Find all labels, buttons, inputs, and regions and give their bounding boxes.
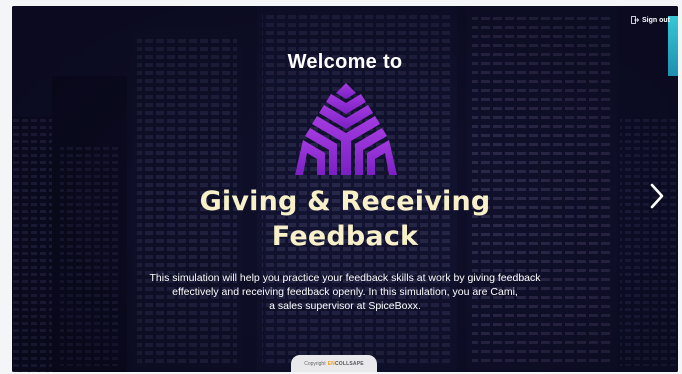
title-line-2: Feedback <box>271 221 419 252</box>
description-line-3: a sales supervisor at SpiceBoxx. <box>269 300 421 312</box>
triangle-logo-icon <box>295 83 397 175</box>
next-button[interactable] <box>648 182 666 210</box>
sign-out-icon <box>631 16 639 24</box>
simulation-description: This simulation will help you practice y… <box>112 271 578 313</box>
copyright-label: Copyright <box>304 360 326 367</box>
sign-out-label: Sign out <box>642 16 670 24</box>
copyright-badge: Copyright ENCOLLSAPE <box>291 355 377 372</box>
title-line-1: Giving & Receiving <box>199 186 491 217</box>
description-line-1: This simulation will help you practice y… <box>149 272 541 284</box>
description-line-2: effectively and receiving feedback openl… <box>172 286 518 298</box>
brand-logo-text: ENCOLLSAPE <box>327 360 364 367</box>
sign-out-button[interactable]: Sign out <box>631 16 670 24</box>
simulation-welcome-screen: Sign out Welcome to Giving & Receiving F… <box>12 6 678 372</box>
simulation-title: Giving & Receiving Feedback <box>12 184 678 254</box>
welcome-heading: Welcome to <box>287 51 403 73</box>
chevron-right-icon <box>650 183 664 209</box>
